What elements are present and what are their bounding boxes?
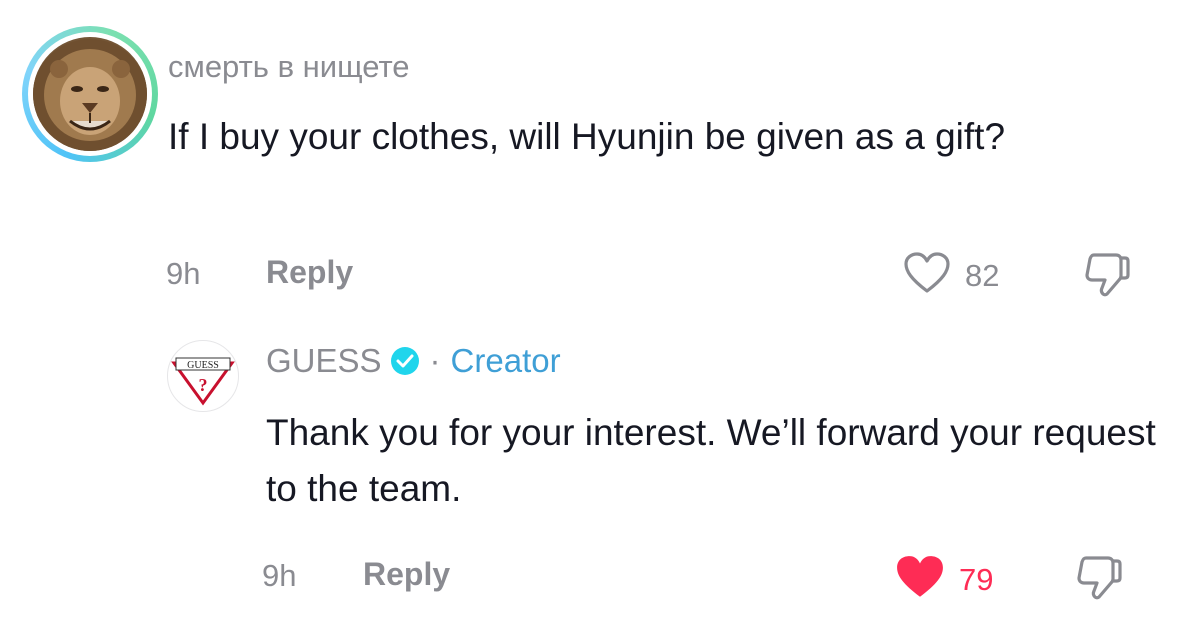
thumbs-down-icon (1074, 556, 1124, 607)
separator: · (429, 342, 441, 379)
guess-logo-icon: GUESS ? (171, 357, 235, 406)
creator-label: Creator (450, 342, 561, 379)
comment-username[interactable]: GUESS (266, 342, 382, 380)
comment-timestamp: 9h (262, 558, 297, 593)
thumbs-down-icon (1082, 253, 1132, 304)
comment-item: смерть в нищете If I buy your clothes, w… (0, 0, 1179, 310)
reply-button[interactable]: Reply (363, 556, 450, 593)
comment-text: Thank you for your interest. We’ll forwa… (266, 412, 1156, 509)
svg-text:GUESS: GUESS (187, 360, 219, 371)
heart-outline-icon (903, 251, 951, 300)
avatar[interactable] (22, 26, 158, 162)
comment-text: If I buy your clothes, will Hyunjin be g… (168, 116, 1006, 157)
like-count: 82 (965, 257, 1000, 293)
comment-username[interactable]: смерть в нищете (168, 49, 410, 85)
verified-badge-icon (390, 346, 420, 376)
reply-button[interactable]: Reply (266, 254, 353, 291)
comment-timestamp: 9h (166, 256, 201, 291)
dislike-button[interactable] (1074, 553, 1124, 608)
like-count: 79 (959, 561, 994, 597)
like-button[interactable]: 82 (903, 251, 999, 300)
reply-comment-item: GUESS ? GUESS · Creator Thank you for yo… (0, 310, 1179, 617)
dislike-button[interactable] (1082, 250, 1132, 305)
svg-text:?: ? (199, 375, 208, 395)
avatar[interactable]: GUESS ? (167, 340, 239, 412)
lion-avatar-icon (33, 37, 147, 151)
like-button[interactable]: 79 (895, 554, 993, 605)
heart-filled-icon (895, 554, 945, 605)
reply-header: GUESS · Creator (266, 342, 561, 380)
